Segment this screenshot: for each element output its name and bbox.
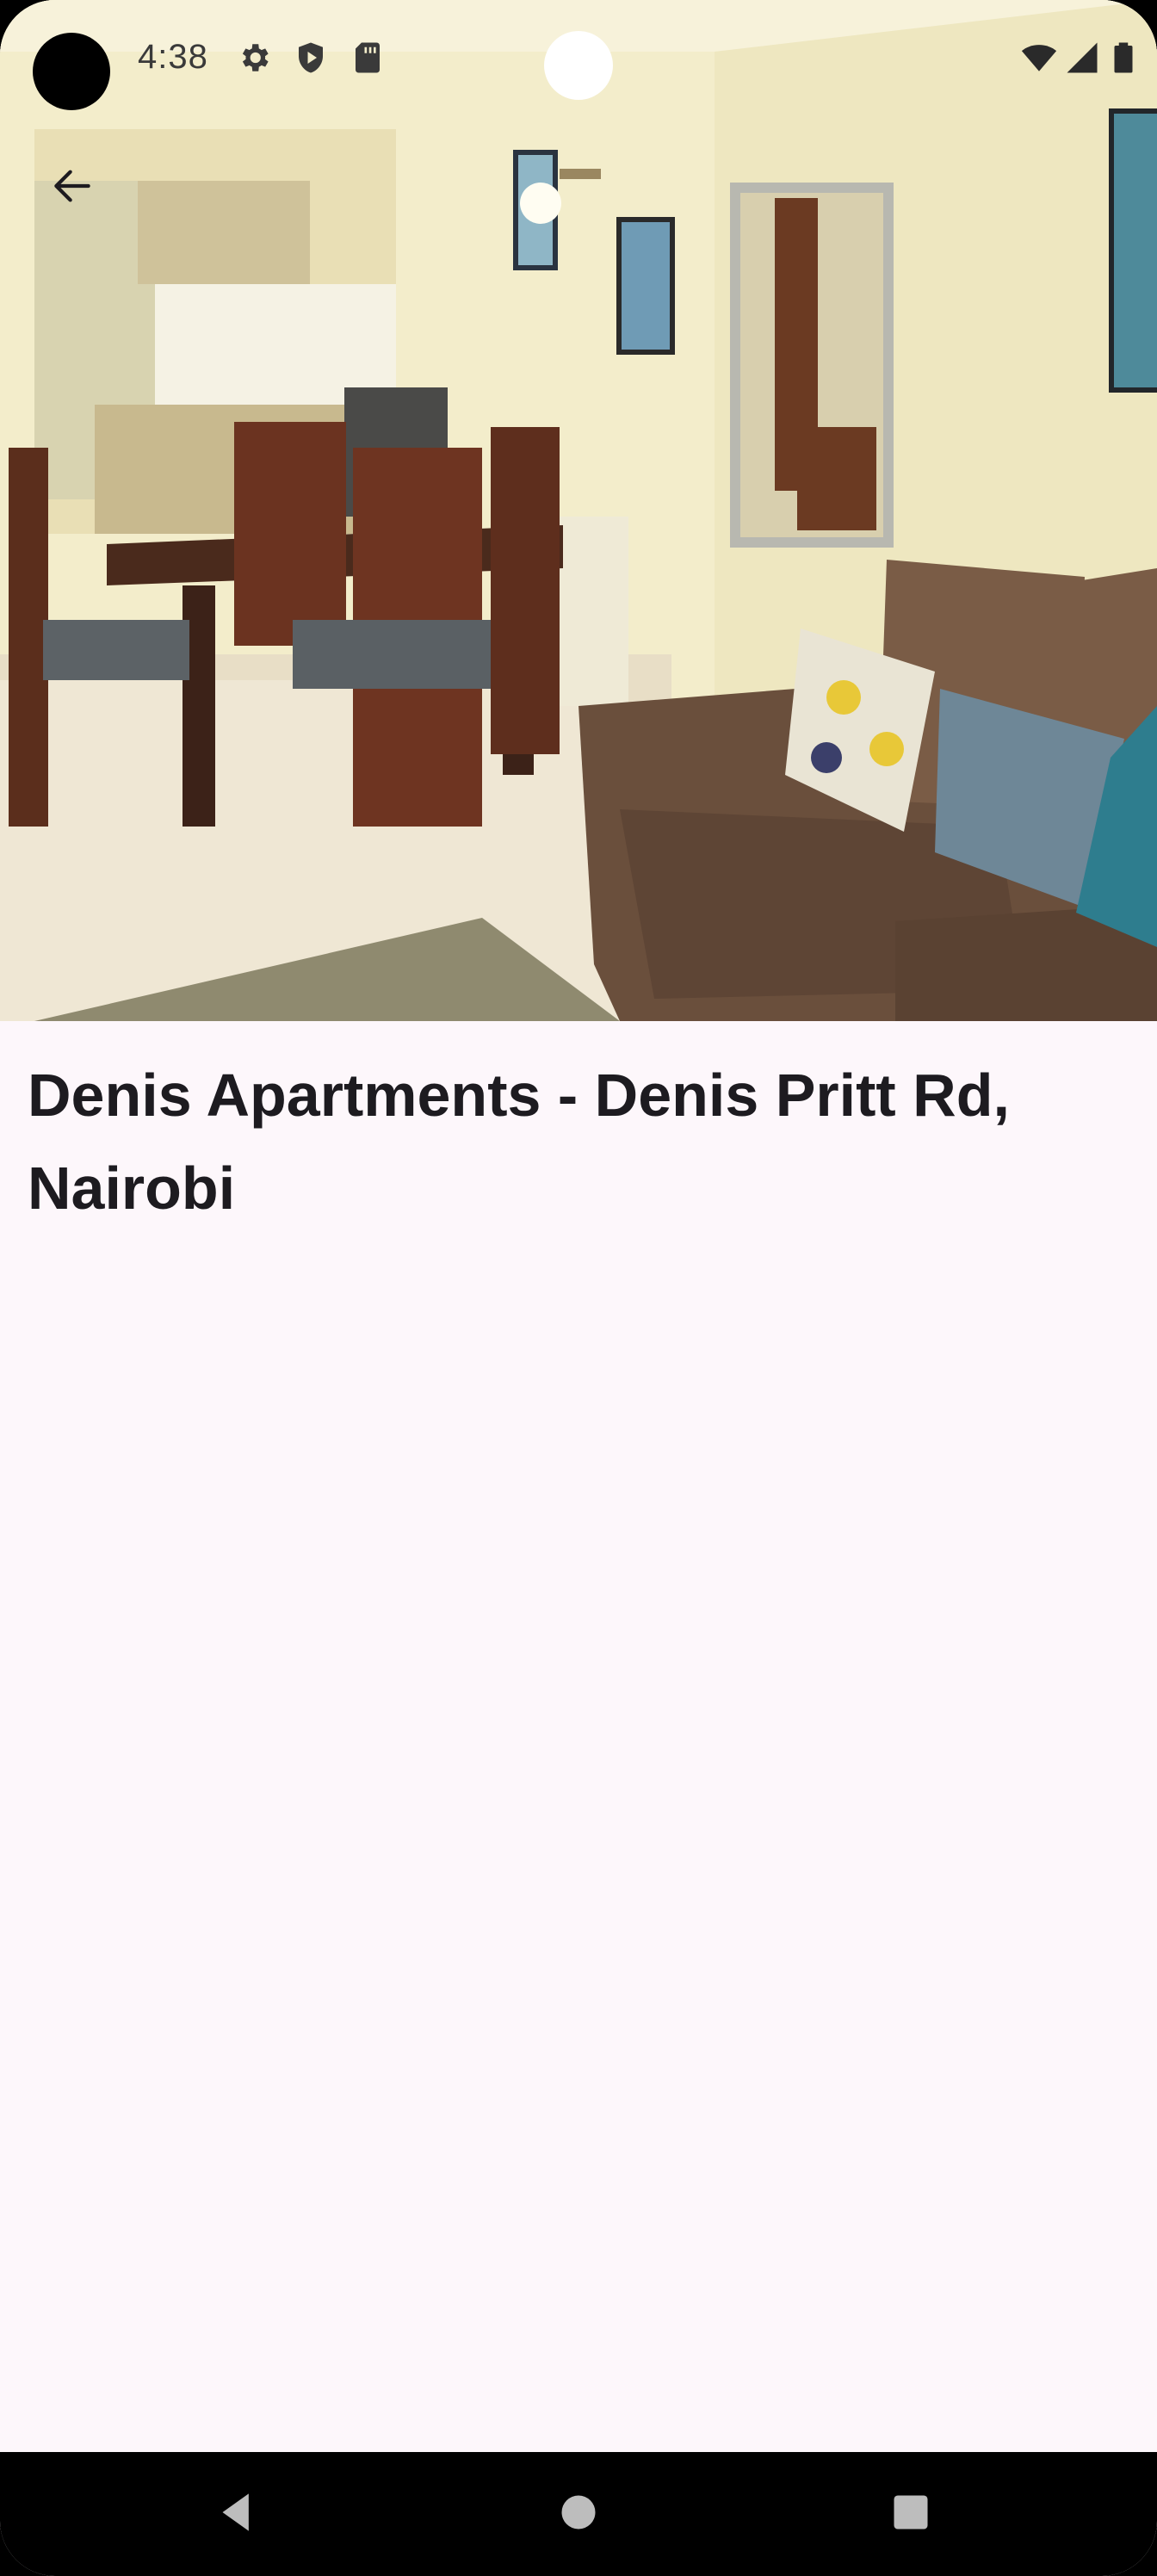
recents-square-icon (888, 2490, 933, 2539)
status-time: 4:38 (138, 38, 208, 76)
nav-recents-button[interactable] (875, 2478, 947, 2550)
back-triangle-icon (217, 2490, 262, 2539)
app-screen: 4:38 Denis Apartments - Denis Pritt Rd, … (0, 0, 1157, 2576)
wifi-icon (1021, 40, 1057, 76)
battery-icon (1105, 40, 1142, 76)
nav-back-button[interactable] (203, 2478, 275, 2550)
listing-title: Denis Apartments - Denis Pritt Rd, Nairo… (28, 1062, 1010, 1222)
settings-icon (236, 40, 272, 76)
camera-cutout (33, 33, 110, 110)
arrow-back-icon (48, 162, 96, 214)
cellular-signal-icon (1064, 40, 1100, 76)
hero-image (0, 0, 1157, 1021)
sd-card-icon (350, 40, 386, 76)
back-button[interactable] (38, 153, 107, 222)
nav-home-button[interactable] (542, 2478, 615, 2550)
status-bar: 4:38 (0, 0, 1157, 129)
front-sensor (544, 31, 613, 100)
shield-play-icon (293, 40, 329, 76)
system-navigation-bar (0, 2452, 1157, 2576)
home-circle-icon (556, 2490, 601, 2539)
